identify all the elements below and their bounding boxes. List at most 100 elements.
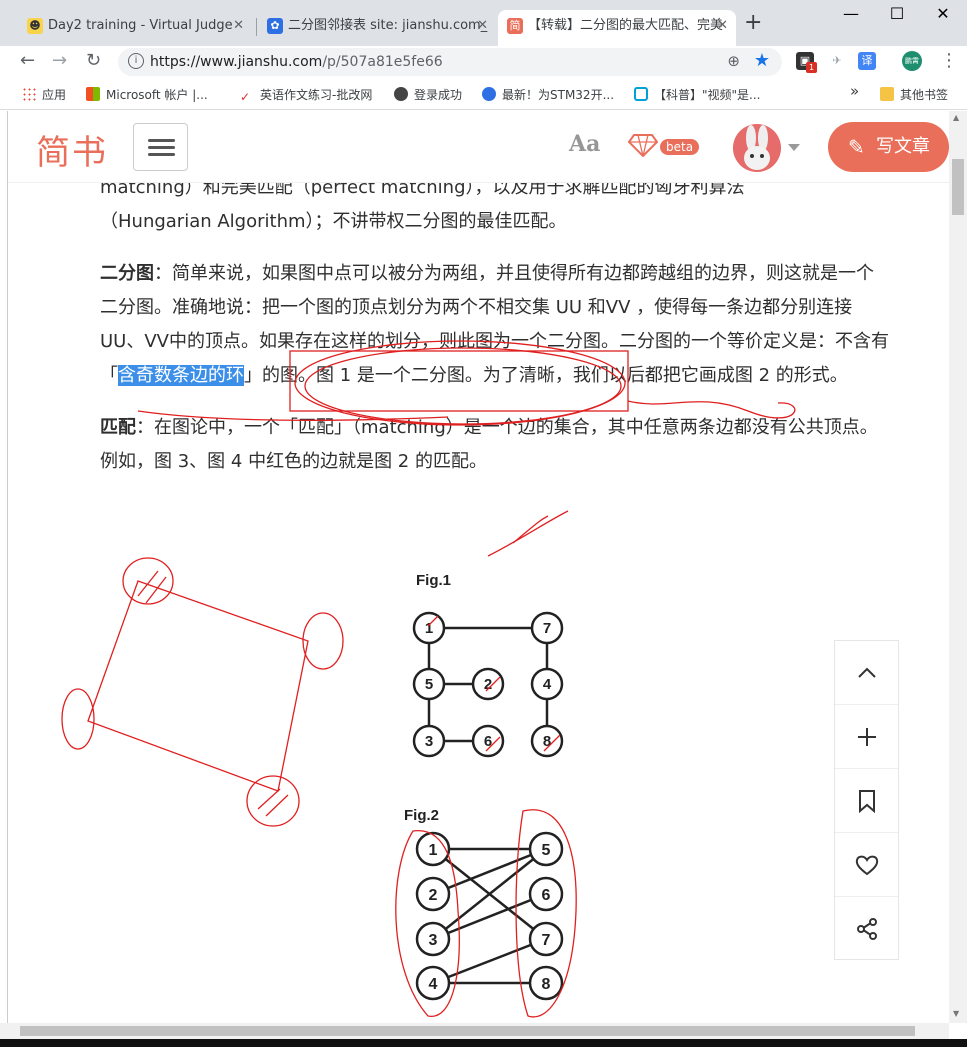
globe-icon (394, 87, 408, 101)
pigai-icon: ✓ (240, 90, 251, 104)
microsoft-icon (86, 87, 100, 101)
scroll-down-arrow-icon[interactable]: ▼ (953, 1009, 959, 1018)
figure-2-graph: 1 2 3 4 5 6 7 8 (415, 831, 564, 1001)
svg-text:1: 1 (429, 842, 438, 859)
like-button[interactable] (835, 833, 898, 897)
tab-vjudge[interactable]: ☻ Day2 training - Virtual Judge ✕ (18, 10, 252, 46)
diamond-icon[interactable] (628, 133, 658, 157)
forward-icon[interactable]: → (52, 50, 67, 71)
back-icon[interactable]: ← (20, 50, 35, 71)
jianshu-logo[interactable]: 简书 (36, 125, 108, 174)
bookmarks-overflow-button[interactable]: » (850, 82, 859, 100)
close-tab-icon[interactable]: ✕ (233, 10, 244, 42)
extension-badge: 1 (806, 62, 817, 73)
scroll-up-arrow-icon[interactable]: ▲ (953, 113, 959, 122)
bookmark-login[interactable]: 登录成功 (394, 86, 462, 103)
info-icon[interactable]: i (128, 53, 144, 69)
scroll-top-button[interactable] (835, 641, 898, 705)
figure-2: Fig.2 1 2 3 4 5 6 7 8 (388, 801, 588, 1021)
figure-1-graph: 1 7 5 2 4 3 6 8 (412, 611, 564, 758)
user-avatar[interactable] (733, 124, 781, 172)
node-label: 2 (484, 676, 492, 693)
node-label: 7 (543, 620, 551, 637)
svg-text:7: 7 (542, 932, 551, 949)
figure-1: Fig.1 1 7 5 2 4 3 6 8 (388, 566, 588, 766)
minimize-icon[interactable]: — (828, 4, 874, 23)
vertical-scrollbar[interactable]: ▲ ▼ (949, 111, 967, 1023)
maximize-icon[interactable]: ☐ (874, 4, 920, 23)
bookmark-star-icon[interactable]: ★ (754, 50, 770, 71)
translate-icon[interactable]: 译 (858, 52, 876, 70)
bookmark-icon (858, 790, 875, 814)
tab-title: 二分图邻接表 site: jianshu.com_ (288, 18, 488, 33)
paragraph-bipartite: 二分图：简单来说，如果图中点可以被分为两组，并且使得所有边都跨越组的边界，则这就… (100, 263, 889, 386)
tab-title: 【转载】二分图的最大匹配、完美 (528, 18, 724, 33)
term-matching: 匹配 (100, 417, 136, 438)
selected-text[interactable]: 含奇数条边的环 (118, 365, 244, 386)
plus-icon (857, 728, 876, 746)
horizontal-scrollbar[interactable] (0, 1023, 949, 1039)
bird-extension-icon[interactable]: ✈ (828, 52, 846, 70)
site-header: 简书 Aa beta ✎ 写文章 (8, 111, 949, 183)
svg-text:6: 6 (542, 887, 551, 904)
tab-baidu[interactable]: ✿ 二分图邻接表 site: jianshu.com_ ✕ (258, 10, 496, 46)
tab-strip: ☻ Day2 training - Virtual Judge ✕ ✿ 二分图邻… (0, 0, 967, 46)
profile-avatar[interactable]: 鹏霄 (902, 51, 922, 71)
node-label: 3 (425, 733, 433, 750)
address-bar[interactable]: i https://www.jianshu.com/p/507a81e5fe66… (118, 48, 782, 76)
close-tab-icon[interactable]: ✕ (717, 10, 728, 42)
chevron-up-icon (857, 667, 876, 678)
scrollbar-thumb[interactable] (20, 1026, 915, 1036)
bookmark-microsoft[interactable]: Microsoft 帐户 |... (86, 86, 208, 103)
paragraph-matching: 匹配：在图论中，一个「匹配」（matching）是一个边的集合，其中任意两条边都… (100, 417, 878, 472)
bookmark-pigai[interactable]: ✓ 英语作文练习-批改网 (240, 86, 372, 104)
add-button[interactable] (835, 705, 898, 769)
svg-text:3: 3 (429, 932, 438, 949)
chevron-down-icon[interactable] (788, 144, 800, 151)
jianshu-icon: 简 (507, 18, 523, 34)
heart-icon (855, 855, 878, 876)
feather-pen-icon: ✎ (848, 135, 865, 159)
node-label: 4 (543, 676, 552, 693)
folder-icon (880, 87, 894, 101)
svg-text:8: 8 (542, 976, 551, 993)
share-button[interactable] (835, 897, 898, 961)
beta-badge[interactable]: beta (660, 139, 700, 155)
url-text[interactable]: https://www.jianshu.com/p/507a81e5fe66 (150, 54, 443, 70)
node-label: 5 (425, 676, 433, 693)
bookmark-bilibili[interactable]: 【科普】"视频"是... (634, 86, 760, 103)
bookmark-apps[interactable]: 应用 (22, 86, 66, 103)
bookmark-stm32[interactable]: 最新！为STM32开... (482, 86, 614, 103)
page-viewport: matching）和完美匹配（perfect matching），以及用于求解匹… (8, 111, 949, 1023)
tab-title: Day2 training - Virtual Judge (48, 18, 233, 33)
svg-text:5: 5 (542, 842, 551, 859)
side-toolbar (834, 640, 899, 960)
tab-jianshu[interactable]: 简 【转载】二分图的最大匹配、完美 ✕ (498, 10, 736, 46)
bilibili-icon (634, 87, 648, 101)
new-tab-button[interactable]: + (744, 10, 762, 35)
window-left-edge (0, 111, 8, 1023)
menu-hamburger-button[interactable] (133, 123, 188, 171)
reload-icon[interactable]: ↻ (86, 50, 101, 71)
taskbar (0, 1039, 967, 1047)
window-close-icon[interactable]: ✕ (920, 4, 966, 23)
apps-icon (22, 87, 36, 101)
font-size-toggle[interactable]: Aa (569, 131, 600, 157)
close-tab-icon[interactable]: ✕ (477, 10, 488, 42)
node-label: 1 (425, 620, 433, 637)
browser-toolbar: ← → ↻ i https://www.jianshu.com/p/507a81… (0, 46, 967, 78)
other-bookmarks-folder[interactable]: 其他书签 (880, 86, 948, 103)
zoom-icon[interactable]: ⊕ (727, 52, 740, 70)
node-label: 8 (543, 733, 551, 750)
menu-kebab-icon[interactable]: ⋮ (940, 50, 958, 71)
vjudge-icon: ☻ (27, 18, 43, 34)
rabbit-avatar-icon (733, 124, 781, 172)
svg-text:2: 2 (429, 887, 438, 904)
term-bipartite: 二分图 (100, 263, 154, 284)
scrollbar-thumb[interactable] (952, 159, 964, 215)
bookmark-button[interactable] (835, 769, 898, 833)
svg-text:4: 4 (429, 976, 438, 993)
article-line: （Hungarian Algorithm）；不讲带权二分图的最佳匹配。 (100, 211, 567, 232)
article-body: matching）和完美匹配（perfect matching），以及用于求解匹… (100, 171, 890, 497)
write-article-button[interactable]: ✎ 写文章 (828, 122, 949, 172)
